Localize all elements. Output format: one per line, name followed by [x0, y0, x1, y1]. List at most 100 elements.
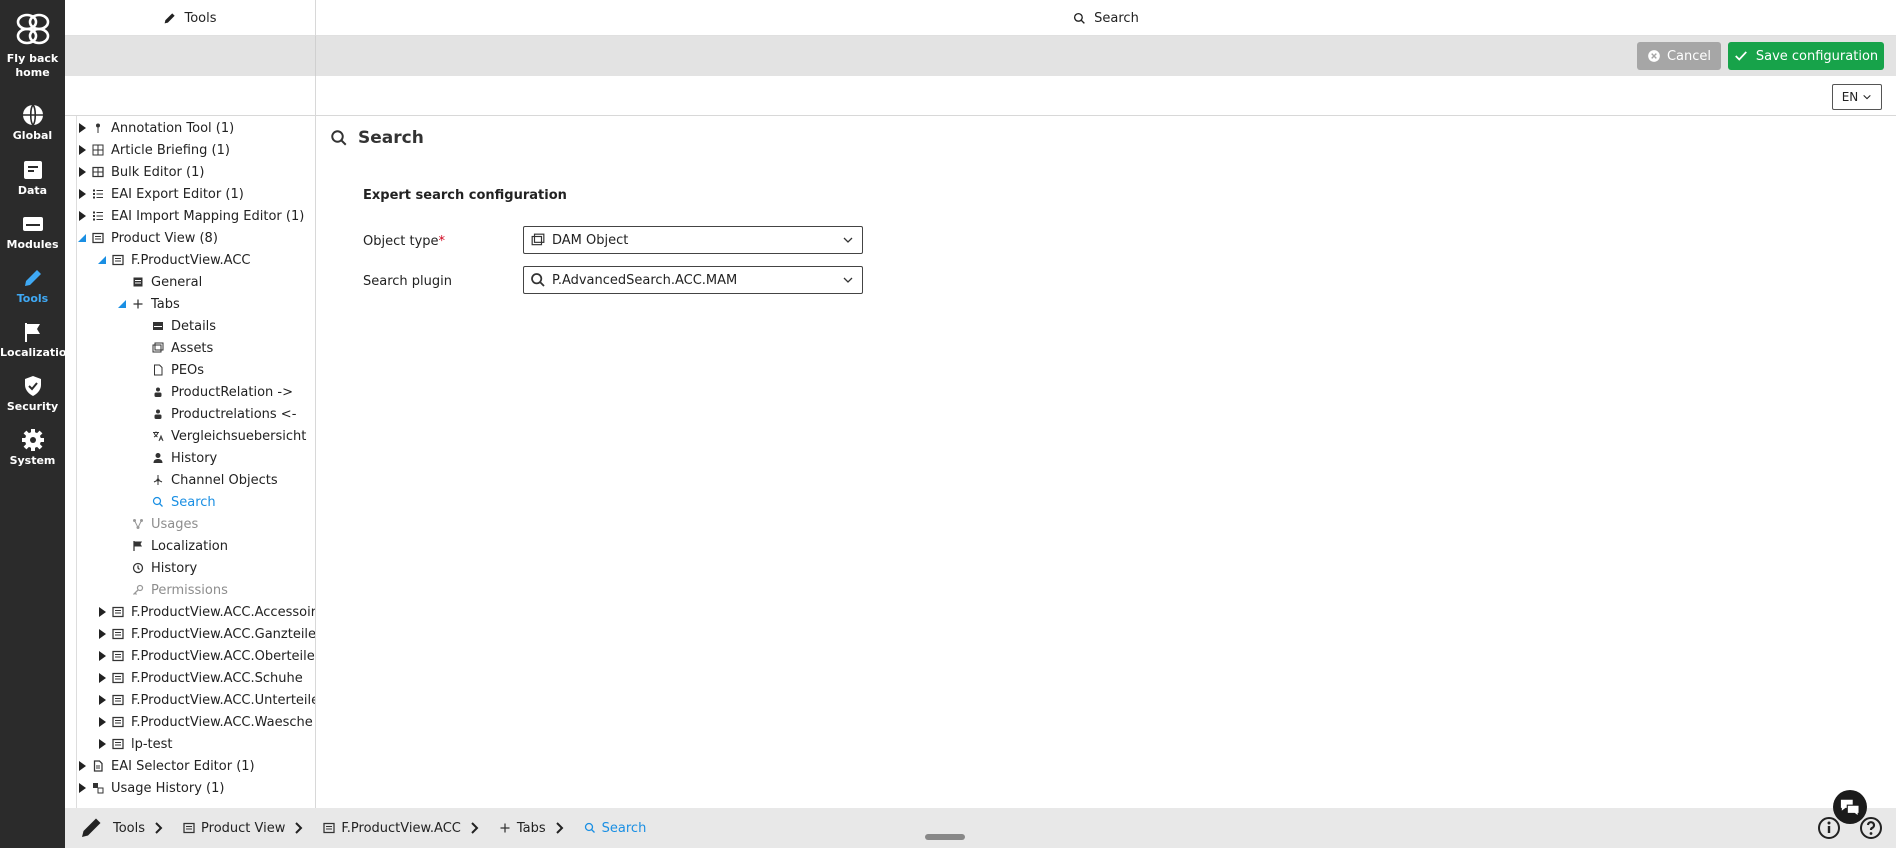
expand-icon[interactable] — [77, 761, 87, 771]
breadcrumb-tools[interactable]: Tools — [113, 821, 145, 836]
close-circle-icon — [1648, 50, 1660, 62]
expand-icon[interactable] — [77, 123, 87, 133]
breadcrumb-tabs[interactable]: Tabs — [499, 821, 546, 836]
tree-node-f-productview-acc[interactable]: F.ProductView.ACC — [97, 249, 251, 271]
tree-node-vergleichsuebersicht[interactable]: Vergleichsuebersicht — [137, 425, 306, 447]
tree-node-acc-ganzteile[interactable]: F.ProductView.ACC.Ganzteile — [97, 623, 315, 645]
expand-icon[interactable] — [97, 629, 107, 639]
usages-icon — [131, 517, 145, 531]
tree-node-label: Permissions — [151, 582, 228, 598]
pencil-icon — [24, 270, 41, 286]
collapse-icon[interactable] — [97, 256, 107, 264]
language-row: EN — [65, 76, 1896, 116]
action-toolbar: Cancel Save configuration — [65, 36, 1896, 76]
view-icon — [111, 737, 125, 751]
sidebar-item-label: Data — [17, 184, 48, 197]
tree-node-eai-export-editor[interactable]: EAI Export Editor (1) — [77, 183, 244, 205]
expand-icon[interactable] — [77, 783, 87, 793]
sidebar-item-modules[interactable]: Modules — [0, 212, 65, 252]
expand-icon[interactable] — [77, 211, 87, 221]
expand-icon[interactable] — [77, 145, 87, 155]
sidebar-item-label: Fly back home — [6, 52, 59, 79]
tree-node-acc-unterteile[interactable]: F.ProductView.ACC.Unterteile — [97, 689, 315, 711]
collapse-icon[interactable] — [117, 300, 127, 308]
sidebar-item-global[interactable]: Global — [0, 103, 65, 143]
tree-node-usages[interactable]: Usages — [117, 513, 198, 535]
expand-icon[interactable] — [77, 167, 87, 177]
search-title-label: Search — [1094, 10, 1139, 26]
breadcrumb-label: Product View — [201, 820, 286, 836]
tree-node-permissions[interactable]: Permissions — [117, 579, 228, 601]
sidebar-item-security[interactable]: Security — [0, 374, 65, 414]
chevron-down-icon — [843, 237, 853, 243]
sidebar-item-tools[interactable]: Tools — [0, 266, 65, 306]
tree-node-tabs[interactable]: Tabs — [117, 293, 180, 315]
object-type-label: Object type* — [363, 234, 445, 249]
channel-icon — [151, 473, 165, 487]
tree-node-localization[interactable]: Localization — [117, 535, 228, 557]
tree-node-assets[interactable]: Assets — [137, 337, 213, 359]
info-icon[interactable] — [1817, 816, 1841, 840]
tree-node-details[interactable]: Details — [137, 315, 216, 337]
expand-icon[interactable] — [97, 739, 107, 749]
tree-node-product-view[interactable]: Product View (8) — [77, 227, 218, 249]
tree-node-productrelations-in[interactable]: Productrelations <- — [137, 403, 296, 425]
search-plugin-select[interactable]: P.AdvancedSearch.ACC.MAM — [523, 266, 863, 294]
tree-node-history[interactable]: History — [117, 557, 197, 579]
sidebar-item-data[interactable]: Data — [0, 158, 65, 198]
tree-node-label: Productrelations <- — [171, 406, 297, 422]
expand-icon[interactable] — [97, 607, 107, 617]
expand-icon[interactable] — [97, 695, 107, 705]
tree-node-search[interactable]: Search — [137, 491, 216, 513]
tree-node-acc-accessoir[interactable]: F.ProductView.ACC.Accessoir. — [97, 601, 316, 623]
tree-node-general[interactable]: General — [117, 271, 202, 293]
tree-node-acc-waesche[interactable]: F.ProductView.ACC.Waesche — [97, 711, 313, 733]
tree-node-productrelation-out[interactable]: ProductRelation -> — [137, 381, 293, 403]
tree-node-usage-history[interactable]: Usage History (1) — [77, 777, 224, 799]
tree-node-label: Annotation Tool (1) — [111, 120, 235, 136]
tree-node-channel-objects[interactable]: Channel Objects — [137, 469, 278, 491]
collapse-icon[interactable] — [77, 234, 87, 242]
tree-node-acc-schuhe[interactable]: F.ProductView.ACC.Schuhe — [97, 667, 303, 689]
tree-node-article-briefing[interactable]: Article Briefing (1) — [77, 139, 230, 161]
breadcrumb-label: Tabs — [516, 820, 546, 836]
sidebar-item-system[interactable]: System — [0, 428, 65, 468]
expand-icon[interactable] — [77, 189, 87, 199]
tree-node-annotation-tool[interactable]: Annotation Tool (1) — [77, 117, 234, 139]
tree-node-peos[interactable]: PEOs — [137, 359, 204, 381]
grid-icon — [91, 165, 105, 179]
breadcrumb-label: Tools — [113, 820, 146, 836]
language-select[interactable]: EN — [1832, 84, 1882, 110]
tree-node-label: F.ProductView.ACC.Accessoir. — [131, 604, 316, 620]
tree-node-label: F.ProductView.ACC.Oberteile — [131, 648, 315, 664]
sidebar-item-fly-home[interactable]: Fly back home — [0, 10, 65, 80]
breadcrumb-f-productview-acc[interactable]: F.ProductView.ACC — [323, 821, 461, 836]
help-icon[interactable] — [1859, 816, 1883, 840]
chat-icon — [1840, 799, 1860, 817]
pin-icon — [91, 121, 105, 135]
details-icon — [151, 319, 165, 333]
tree-node-history-tab[interactable]: History — [137, 447, 217, 469]
chat-button[interactable] — [1833, 790, 1867, 824]
tree-node-acc-oberteile[interactable]: F.ProductView.ACC.Oberteile — [97, 645, 315, 667]
chevron-right-icon — [155, 822, 163, 834]
tree-node-lp-test[interactable]: lp-test — [97, 733, 173, 755]
resize-handle[interactable] — [925, 834, 965, 840]
list-icon — [91, 187, 105, 201]
breadcrumb-search[interactable]: Search — [584, 821, 646, 836]
breadcrumb-product-view[interactable]: Product View — [183, 821, 285, 836]
sidebar-item-label: Modules — [6, 238, 59, 251]
tree-node-eai-selector-editor[interactable]: EAI Selector Editor (1) — [77, 755, 255, 777]
tree-node-label: F.ProductView.ACC.Waesche — [131, 714, 313, 730]
object-type-select[interactable]: DAM Object — [523, 226, 863, 254]
save-configuration-button[interactable]: Save configuration — [1728, 42, 1884, 70]
tree-node-label: Usages — [151, 516, 199, 532]
expand-icon[interactable] — [97, 717, 107, 727]
tree-node-label: Bulk Editor (1) — [111, 164, 205, 180]
tree-node-bulk-editor[interactable]: Bulk Editor (1) — [77, 161, 204, 183]
expand-icon[interactable] — [97, 673, 107, 683]
expand-icon[interactable] — [97, 651, 107, 661]
tree-node-eai-import-mapping-editor[interactable]: EAI Import Mapping Editor (1) — [77, 205, 304, 227]
cancel-button[interactable]: Cancel — [1637, 42, 1721, 70]
sidebar-item-localization[interactable]: Localization — [0, 320, 74, 360]
